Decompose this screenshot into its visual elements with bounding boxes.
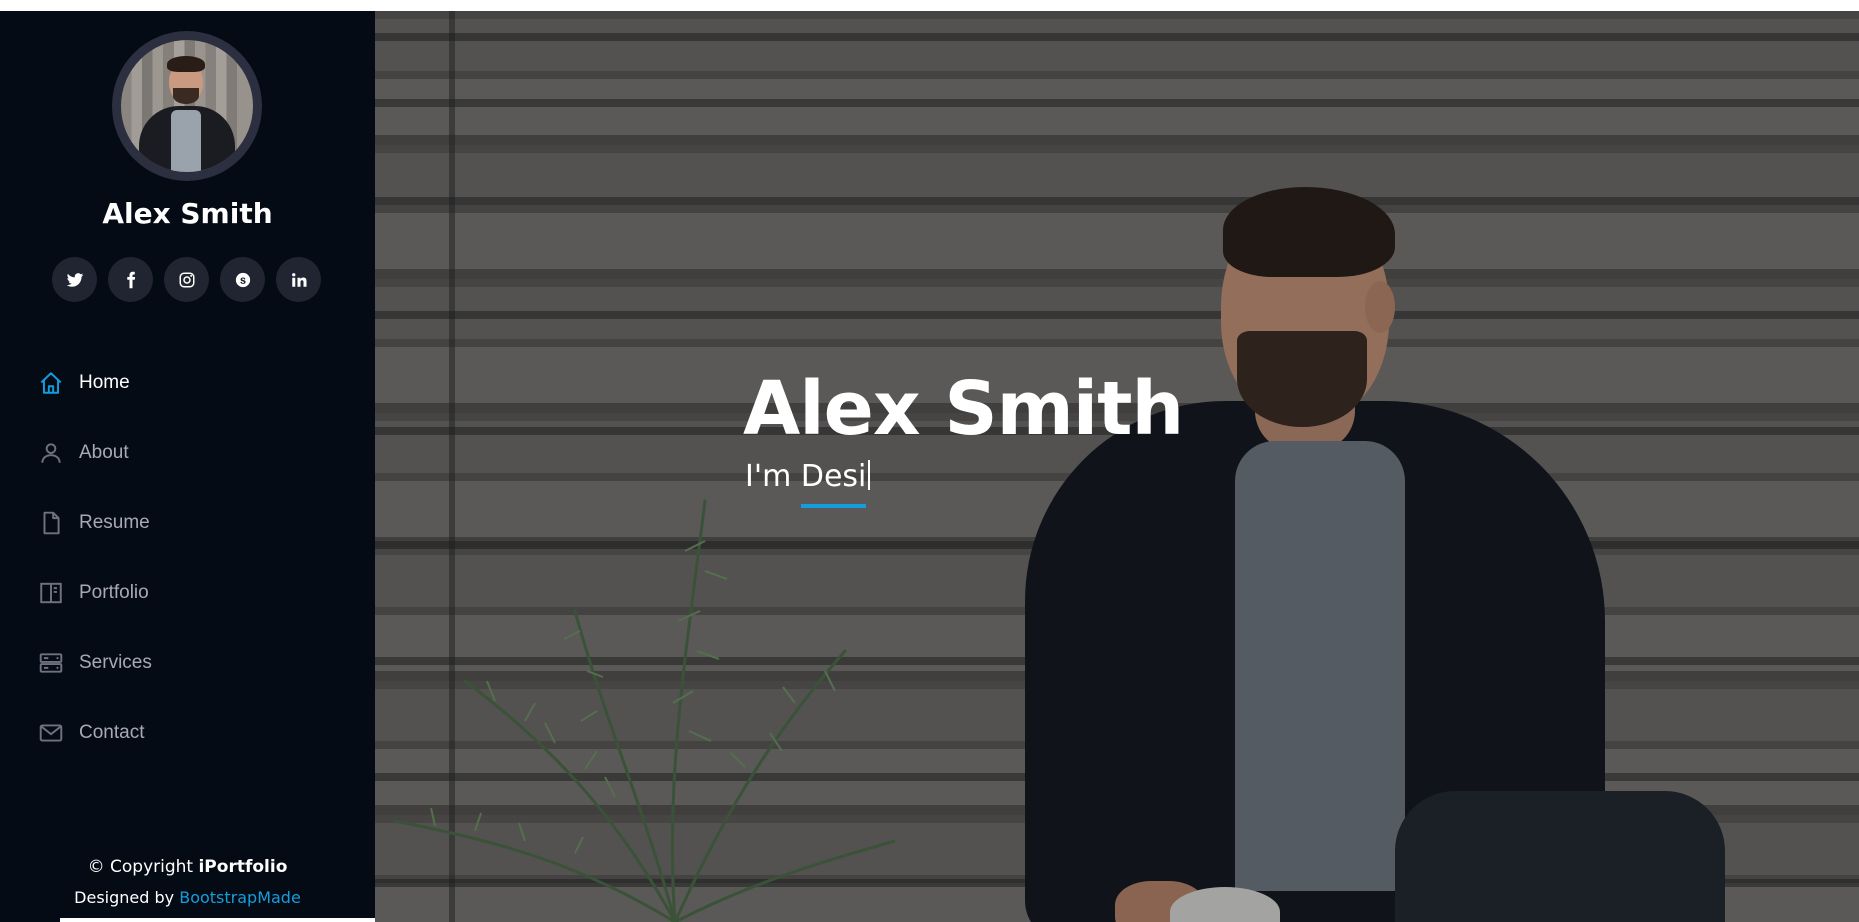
- copyright-prefix: © Copyright: [87, 857, 199, 877]
- nav-label-contact: Contact: [79, 722, 145, 743]
- nav-label-resume: Resume: [79, 512, 150, 533]
- main-nav: Home About Resume Portfolio Services Con…: [37, 348, 152, 768]
- copyright-brand: iPortfolio: [198, 857, 288, 877]
- nav-item-portfolio[interactable]: Portfolio: [37, 558, 152, 628]
- skype-link[interactable]: [220, 257, 265, 302]
- server-icon: [37, 649, 65, 677]
- profile-name: Alex Smith: [102, 197, 273, 230]
- nav-item-about[interactable]: About: [37, 418, 152, 488]
- copyright: © Copyright iPortfolio: [0, 857, 375, 877]
- sidebar: Alex Smith Home About Resume Portfolio S…: [0, 11, 375, 922]
- credits: Designed by BootstrapMade: [0, 888, 375, 907]
- nav-item-resume[interactable]: Resume: [37, 488, 152, 558]
- book-icon: [37, 579, 65, 607]
- nav-item-home[interactable]: Home: [37, 348, 152, 418]
- typed-text: Desi: [800, 459, 867, 508]
- instagram-link[interactable]: [164, 257, 209, 302]
- facebook-link[interactable]: [108, 257, 153, 302]
- avatar: [112, 31, 262, 181]
- skype-icon: [235, 272, 250, 287]
- nav-label-about: About: [79, 442, 129, 463]
- envelope-icon: [37, 719, 65, 747]
- linkedin-link[interactable]: [276, 257, 321, 302]
- instagram-icon: [179, 272, 194, 287]
- file-icon: [37, 509, 65, 537]
- social-links: [52, 257, 321, 302]
- nav-label-portfolio: Portfolio: [79, 582, 149, 603]
- twitter-link[interactable]: [52, 257, 97, 302]
- hero-subtitle: I'm Desi: [745, 459, 871, 508]
- nav-label-home: Home: [79, 372, 130, 393]
- nav-item-services[interactable]: Services: [37, 628, 152, 698]
- hero-subtitle-static: I'm: [745, 459, 801, 494]
- hero-title: Alex Smith: [743, 366, 1184, 452]
- twitter-icon: [66, 272, 83, 287]
- nav-label-services: Services: [79, 652, 152, 673]
- linkedin-icon: [291, 272, 306, 287]
- credits-prefix: Designed by: [74, 888, 180, 907]
- hero-section: Alex Smith I'm Desi: [375, 11, 1859, 922]
- profile-photo: [121, 40, 253, 172]
- bootstrapmade-link[interactable]: BootstrapMade: [179, 888, 301, 907]
- top-strip: [0, 0, 1859, 11]
- typing-cursor: [868, 460, 871, 490]
- person-icon: [37, 439, 65, 467]
- nav-item-contact[interactable]: Contact: [37, 698, 152, 768]
- facebook-icon: [126, 271, 135, 288]
- home-icon: [37, 369, 65, 397]
